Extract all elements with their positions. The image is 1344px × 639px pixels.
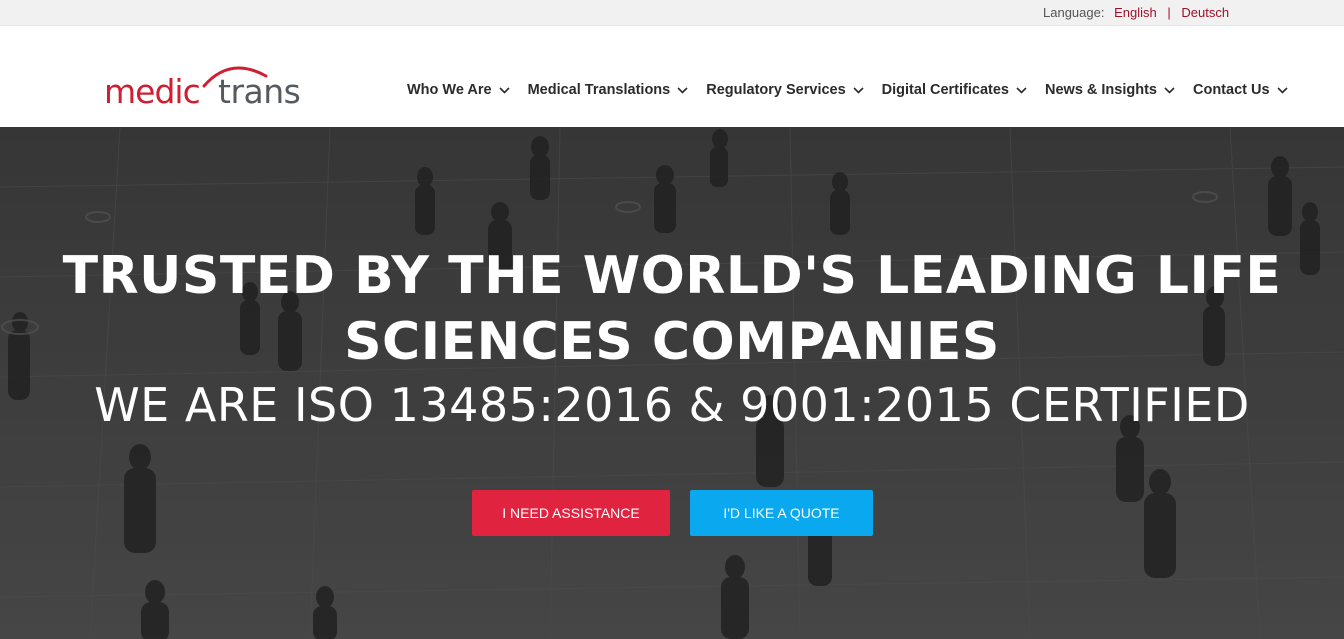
nav-item-regulatory-services[interactable]: Regulatory Services	[706, 82, 864, 98]
chevron-down-icon	[1164, 86, 1175, 94]
nav-item-label: Who We Are	[407, 82, 492, 98]
hero-headline-line2: SCIENCES COMPANIES	[344, 312, 1000, 372]
nav-item-news-insights[interactable]: News & Insights	[1045, 82, 1175, 98]
nav-item-contact-us[interactable]: Contact Us	[1193, 82, 1288, 98]
site-logo[interactable]: medic trans	[104, 64, 314, 114]
chevron-down-icon	[1276, 86, 1288, 94]
language-deutsch-link[interactable]: Deutsch	[1181, 5, 1229, 20]
nav-item-label: Regulatory Services	[706, 82, 846, 98]
hero-headline: TRUSTED BY THE WORLD'S LEADING LIFE SCIE…	[0, 243, 1344, 375]
language-bar: Language: English | Deutsch	[0, 0, 1344, 26]
language-english-link[interactable]: English	[1114, 5, 1157, 20]
language-separator: |	[1167, 5, 1171, 20]
nav-item-label: Medical Translations	[527, 82, 671, 98]
nav-item-medical-translations[interactable]: Medical Translations	[528, 82, 689, 98]
chevron-down-icon	[499, 86, 510, 94]
nav-item-label: Digital Certificates	[881, 82, 1009, 98]
nav-item-who-we-are[interactable]: Who We Are	[407, 82, 510, 98]
chevron-down-icon	[1016, 86, 1027, 94]
need-assistance-button[interactable]: I NEED ASSISTANCE	[472, 490, 670, 536]
main-navigation: Who We Are Medical Translations Regulato…	[407, 82, 1306, 98]
nav-item-label: News & Insights	[1045, 82, 1157, 98]
language-label: Language:	[1043, 5, 1105, 20]
logo-medic-text: medic	[104, 72, 201, 111]
logo-trans-text: trans	[218, 72, 301, 111]
language-switcher: Language: English | Deutsch	[1043, 5, 1229, 20]
chevron-down-icon	[853, 86, 864, 94]
hero-section: TRUSTED BY THE WORLD'S LEADING LIFE SCIE…	[0, 127, 1344, 639]
site-header: medic trans Who We Are Medical Translati…	[0, 26, 1344, 127]
nav-item-label: Contact Us	[1193, 82, 1270, 98]
hero-subheadline: WE ARE ISO 13485:2016 & 9001:2015 CERTIF…	[94, 378, 1250, 432]
hero-headline-line1: TRUSTED BY THE WORLD'S LEADING LIFE	[62, 246, 1282, 306]
chevron-down-icon	[677, 86, 688, 94]
nav-item-digital-certificates[interactable]: Digital Certificates	[882, 82, 1027, 98]
request-quote-button[interactable]: I'D LIKE A QUOTE	[690, 490, 873, 536]
